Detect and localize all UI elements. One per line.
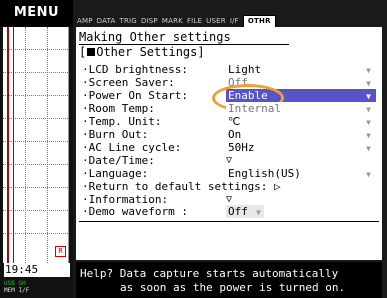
dropdown-arrow-icon: ▼ bbox=[366, 144, 371, 153]
status-indicators: USB GH MEM I/F bbox=[4, 280, 29, 294]
dropdown-arrow-icon: ▼ bbox=[366, 170, 371, 179]
dropdown-arrow-icon: ▼ bbox=[256, 208, 261, 217]
tab-bar: AMP DATA TRIG DISP MARK FILE USER I/F OT… bbox=[77, 12, 276, 27]
help-text-line1: Help? Data capture starts automatically bbox=[80, 267, 339, 280]
tab-if[interactable]: I/F bbox=[230, 17, 243, 27]
language-select[interactable]: English(US) ▼ bbox=[226, 167, 376, 180]
tab-mark[interactable]: MARK bbox=[162, 17, 187, 27]
setting-language-label: ·Language: bbox=[82, 167, 149, 180]
tab-othr[interactable]: OTHR bbox=[242, 15, 276, 27]
mem-indicator: GH bbox=[18, 280, 26, 287]
section-header: [Other Settings] bbox=[79, 45, 205, 59]
mem-if-indicator: MEM I/F bbox=[4, 287, 30, 294]
waveform-preview: R bbox=[3, 27, 69, 263]
setting-power-on-start-label: ·Power On Start: bbox=[82, 89, 188, 102]
burn-out-select[interactable]: On ▼ bbox=[226, 128, 376, 141]
menu-button[interactable]: MENU bbox=[0, 0, 73, 27]
clock-display: 19:45 bbox=[4, 263, 70, 277]
section-square-icon bbox=[87, 48, 96, 56]
setting-lcd-brightness-label: ·LCD brightness: bbox=[82, 63, 188, 76]
setting-burn-out-label: ·Burn Out: bbox=[82, 128, 149, 141]
help-bar: Help? Data capture starts automatically … bbox=[76, 262, 382, 298]
trace-line-black bbox=[13, 27, 14, 263]
page-title: Making Other settings bbox=[79, 30, 289, 45]
temp-unit-select[interactable]: ℃ ▼ bbox=[226, 115, 376, 128]
tab-disp[interactable]: DISP bbox=[141, 17, 162, 27]
settings-panel: Making Other settings [Other Settings] ·… bbox=[76, 27, 382, 260]
tab-data[interactable]: DATA bbox=[97, 17, 120, 27]
tab-user[interactable]: USER bbox=[206, 17, 230, 27]
tab-file[interactable]: FILE bbox=[187, 17, 206, 27]
setting-screen-saver-label: ·Screen Saver: bbox=[82, 76, 175, 89]
tab-trig[interactable]: TRIG bbox=[120, 17, 141, 27]
left-strip: MENU R 19:45 USB GH MEM I/F bbox=[0, 0, 73, 298]
room-temp-select[interactable]: Internal ▼ bbox=[226, 102, 376, 115]
usb-indicator: USB bbox=[4, 280, 15, 287]
demo-waveform-select[interactable]: Off ▼ bbox=[226, 205, 264, 218]
setting-temp-unit-label: ·Temp. Unit: bbox=[82, 115, 162, 128]
setting-date-time-label: ·Date/Time: bbox=[82, 154, 155, 167]
trace-line-red bbox=[7, 27, 9, 263]
date-time-expand-icon[interactable]: ▽ bbox=[226, 154, 232, 167]
return-to-default-button[interactable]: ·Return to default settings: ▷ bbox=[82, 180, 281, 193]
divider bbox=[79, 221, 379, 222]
setting-ac-line-cycle-label: ·AC Line cycle: bbox=[82, 141, 182, 154]
tab-amp[interactable]: AMP bbox=[77, 17, 97, 27]
ac-line-cycle-select[interactable]: 50Hz ▼ bbox=[226, 141, 376, 154]
setting-room-temp-label: ·Room Temp: bbox=[82, 102, 155, 115]
lcd-brightness-select[interactable]: Light ▼ bbox=[226, 63, 376, 76]
range-marker: R bbox=[55, 246, 66, 257]
help-text-line2: as soon as the power is turned on. bbox=[120, 281, 346, 294]
setting-demo-waveform-label: ·Demo waveform : bbox=[82, 205, 188, 218]
